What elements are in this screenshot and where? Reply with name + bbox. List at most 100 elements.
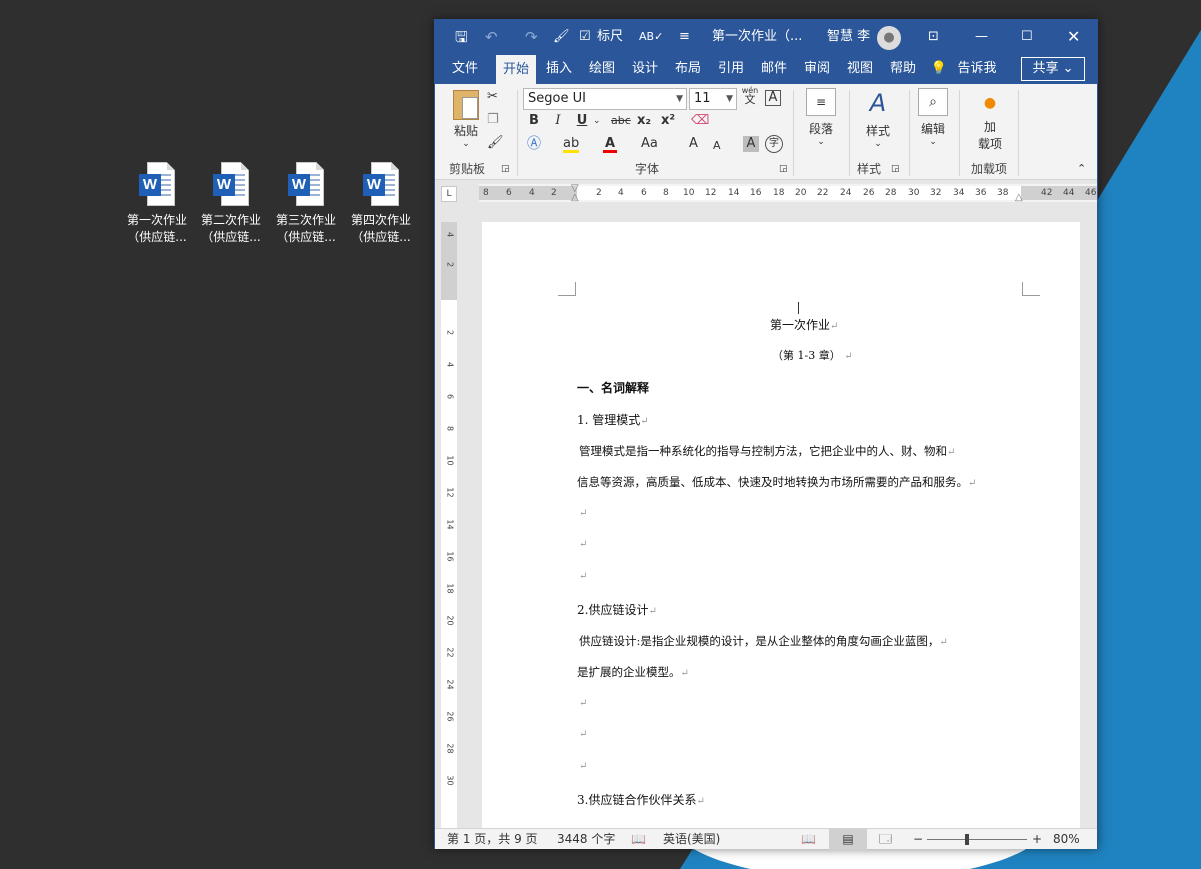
char-border-icon[interactable]: A <box>765 90 781 106</box>
tab-mailings[interactable]: 邮件 <box>754 54 794 84</box>
doc-title[interactable]: 第一次作业↵ <box>770 316 838 333</box>
word-count[interactable]: 3448 个字 <box>557 829 615 850</box>
desktop-file-2[interactable]: W 第二次作业 （供应链... <box>195 162 267 246</box>
ruler-checkbox-icon[interactable]: ☑ <box>579 20 591 54</box>
section-heading[interactable]: 一、名词解释 <box>577 379 649 396</box>
zoom-slider[interactable] <box>927 839 1027 840</box>
lightbulb-icon[interactable]: 💡 <box>927 54 951 84</box>
enclose-char-icon[interactable]: 字 <box>765 135 783 153</box>
font-color-icon[interactable]: A <box>603 135 617 153</box>
proofing-icon[interactable]: 📖 <box>631 829 646 850</box>
char-shading-icon[interactable]: A <box>743 136 759 152</box>
highlight-icon[interactable]: ab <box>563 135 579 153</box>
grow-font-button[interactable]: A <box>689 135 698 153</box>
tab-selector[interactable]: L <box>441 186 457 202</box>
item-text[interactable]: 供应链设计:是指企业规模的设计，是从企业整体的角度勾画企业蓝图，↵ <box>579 633 948 649</box>
indent-marker-icon[interactable]: ▽ △ <box>571 184 579 203</box>
item-heading[interactable]: 3.供应链合作伙伴关系↵ <box>577 791 705 808</box>
cut-icon[interactable]: ✂ <box>487 88 498 106</box>
item-heading[interactable]: 1. 管理模式↵ <box>577 411 649 428</box>
font-name-combo[interactable]: Segoe UI ▼ <box>523 88 687 110</box>
print-layout-icon[interactable]: ▤ <box>829 829 867 850</box>
text-effects-icon[interactable]: Ⓐ <box>527 135 541 153</box>
web-layout-icon[interactable]: 🗔 <box>879 829 892 850</box>
subscript-button[interactable]: x₂ <box>637 112 651 130</box>
zoom-in-icon[interactable]: + <box>1032 829 1042 850</box>
tab-draw[interactable]: 绘图 <box>582 54 622 84</box>
dialog-launcher-icon[interactable]: ◲ <box>501 160 510 178</box>
dialog-launcher-icon[interactable]: ◲ <box>779 160 788 178</box>
avatar[interactable]: ● <box>877 26 901 50</box>
user-name[interactable]: 智慧 李 <box>827 20 870 54</box>
close-icon[interactable]: ✕ <box>1067 20 1080 54</box>
change-case-button[interactable]: Aa <box>641 135 658 153</box>
document-canvas[interactable]: 第一次作业↵ （第 1-3 章） ↵ 一、名词解释 1. 管理模式↵ 管理模式是… <box>457 206 1097 828</box>
underline-dropdown-icon[interactable]: ⌄ <box>593 112 601 130</box>
item-text[interactable]: 是扩展的企业模型。↵ <box>577 664 689 680</box>
horizontal-ruler[interactable]: 8 6 4 2 2 4 6 8 10 12 14 16 18 20 22 24 … <box>479 184 1097 203</box>
language[interactable]: 英语(美国) <box>663 829 720 850</box>
empty-paragraph[interactable]: ↵ <box>579 571 587 582</box>
superscript-button[interactable]: x² <box>661 112 675 130</box>
tab-insert[interactable]: 插入 <box>539 54 579 84</box>
strikethrough-button[interactable]: abc <box>611 112 631 130</box>
spelling-icon[interactable]: AB✓ <box>639 20 663 54</box>
tab-review[interactable]: 审阅 <box>797 54 837 84</box>
desktop-file-4[interactable]: W 第四次作业 （供应链... <box>345 162 417 246</box>
paragraph-button[interactable]: ≡ 段落 ⌄ <box>801 88 841 147</box>
addins-button[interactable]: ● 加 载项 <box>969 88 1011 152</box>
tab-file[interactable]: 文件 <box>443 54 487 84</box>
empty-paragraph[interactable]: ↵ <box>579 539 587 550</box>
tab-layout[interactable]: 布局 <box>668 54 708 84</box>
zoom-thumb[interactable] <box>965 834 969 845</box>
empty-paragraph[interactable]: ↵ <box>579 698 587 709</box>
ribbon-display-icon[interactable]: ⊡ <box>928 20 939 54</box>
document-page[interactable]: 第一次作业↵ （第 1-3 章） ↵ 一、名词解释 1. 管理模式↵ 管理模式是… <box>482 222 1080 828</box>
shrink-font-button[interactable]: A <box>713 137 721 155</box>
item-heading[interactable]: 2.供应链设计↵ <box>577 601 657 618</box>
item-text[interactable]: 信息等资源，高质量、低成本、快速及时地转换为市场所需要的产品和服务。↵ <box>577 474 976 490</box>
zoom-out-icon[interactable]: − <box>913 829 923 850</box>
empty-paragraph[interactable]: ↵ <box>579 761 587 772</box>
tab-home[interactable]: 开始 <box>496 55 536 84</box>
right-indent-marker-icon[interactable]: △ <box>1015 192 1023 203</box>
empty-paragraph[interactable]: ↵ <box>579 729 587 740</box>
underline-button[interactable]: U <box>575 112 589 130</box>
save-icon[interactable]: 🖫 <box>455 20 468 54</box>
italic-button[interactable]: I <box>551 112 565 130</box>
minimize-icon[interactable]: — <box>975 20 988 54</box>
ruler-number: 8 <box>663 188 669 198</box>
desktop-file-3[interactable]: W 第三次作业 （供应链... <box>270 162 342 246</box>
page-count[interactable]: 第 1 页，共 9 页 <box>447 829 538 850</box>
format-painter-icon[interactable]: 🖌 <box>553 20 570 54</box>
customize-qat-icon[interactable]: ≡ <box>679 20 690 54</box>
clear-formatting-icon[interactable]: ⌫ <box>691 112 709 130</box>
ruler-label[interactable]: 标尺 <box>597 20 623 54</box>
font-size-combo[interactable]: 11 ▼ <box>689 88 737 110</box>
maximize-icon[interactable]: ☐ <box>1021 20 1033 54</box>
collapse-ribbon-icon[interactable]: ⌃ <box>1077 160 1086 178</box>
undo-icon[interactable]: ↶ <box>485 20 498 54</box>
format-painter-icon[interactable]: 🖌 <box>487 134 504 152</box>
copy-icon[interactable]: ❐ <box>487 111 499 129</box>
paste-button[interactable]: 粘贴 ⌄ <box>449 90 483 149</box>
share-button[interactable]: 共享 ⌄ <box>1021 57 1085 81</box>
bold-button[interactable]: B <box>527 112 541 130</box>
tab-references[interactable]: 引用 <box>711 54 751 84</box>
editing-button[interactable]: ⌕ 编辑 ⌄ <box>915 88 951 147</box>
tab-help[interactable]: 帮助 <box>883 54 923 84</box>
item-text[interactable]: 管理模式是指一种系统化的指导与控制方法，它把企业中的人、财、物和↵ <box>579 443 955 459</box>
tab-view[interactable]: 视图 <box>840 54 880 84</box>
desktop-file-1[interactable]: W 第一次作业 （供应链... <box>121 162 193 246</box>
read-mode-icon[interactable]: 📖 <box>801 829 816 850</box>
zoom-level[interactable]: 80% <box>1053 829 1080 850</box>
doc-subtitle[interactable]: （第 1-3 章） ↵ <box>772 347 853 363</box>
empty-paragraph[interactable]: ↵ <box>579 508 587 519</box>
dialog-launcher-icon[interactable]: ◲ <box>891 160 900 178</box>
styles-button[interactable]: A 样式 ⌄ <box>857 88 899 149</box>
phonetic-guide-icon[interactable]: wén 文 <box>741 86 759 105</box>
vertical-ruler[interactable]: 4 2 2 4 6 8 10 12 14 16 18 20 22 24 26 2… <box>441 222 457 828</box>
redo-icon[interactable]: ↷ <box>525 20 538 54</box>
tab-design[interactable]: 设计 <box>625 54 665 84</box>
tell-me[interactable]: 告诉我 <box>953 54 1001 84</box>
